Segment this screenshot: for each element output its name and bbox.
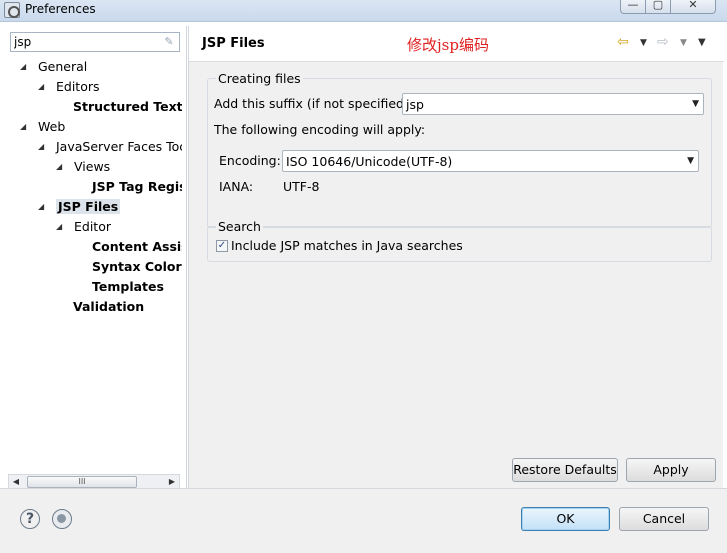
maximize-icon: ▢ <box>652 0 664 11</box>
tree-item-label: Syntax Colori <box>92 259 182 274</box>
tree-item-label: Web <box>38 119 66 134</box>
close-icon: ✕ <box>688 0 698 11</box>
scroll-left-icon[interactable]: ◀ <box>9 475 23 489</box>
tree-item-jsp-tag-registry[interactable]: JSP Tag Regis <box>92 178 182 196</box>
tree-item-label: Templates <box>92 279 164 294</box>
chevron-down-icon[interactable]: ▼ <box>692 99 699 109</box>
search-legend: Search <box>216 219 263 234</box>
tree-item-jsp-files[interactable]: ◢ JSP Files <box>38 198 121 216</box>
expand-triangle-icon[interactable]: ◢ <box>38 138 48 156</box>
tree-item-label: Validation <box>73 299 145 314</box>
encoding-combo[interactable]: ISO 10646/Unicode(UTF-8) ▼ <box>282 150 699 172</box>
tree-item-label: General <box>38 59 88 74</box>
preferences-app-icon <box>4 2 20 18</box>
encoding-label: Encoding: <box>219 153 281 168</box>
preferences-dialog: ✎ ◢ General ◢ Editors Structured Text E ◢ W… <box>0 22 727 553</box>
view-menu-icon[interactable]: ▼ <box>698 37 706 48</box>
include-jsp-matches-checkbox[interactable]: ✓ <box>216 240 228 252</box>
back-arrow-icon[interactable]: ⇦ <box>617 34 629 50</box>
record-macro-icon[interactable] <box>52 509 72 529</box>
tree-item-validation[interactable]: Validation <box>73 298 144 316</box>
tree-item-templates[interactable]: Templates <box>92 278 164 296</box>
tree-item-content-assist[interactable]: Content Assis <box>92 238 182 256</box>
chevron-down-icon[interactable]: ▼ <box>687 156 694 166</box>
tree-item-label: Editor <box>74 219 111 234</box>
tree-item-label: Structured Text E <box>73 99 182 114</box>
iana-label: IANA: <box>219 179 254 194</box>
clear-filter-icon[interactable]: ✎ <box>162 35 176 49</box>
tree-item-structured-text-editors[interactable]: Structured Text E <box>73 98 182 116</box>
scroll-right-icon[interactable]: ▶ <box>165 475 179 489</box>
encoding-value: ISO 10646/Unicode(UTF-8) <box>286 154 453 169</box>
tree-item-editors[interactable]: ◢ Editors <box>38 78 100 96</box>
title-bar: Preferences — ▢ ✕ <box>0 0 727 22</box>
tree-item-general[interactable]: ◢ General <box>20 58 87 76</box>
cancel-button[interactable]: Cancel <box>619 507 709 531</box>
tree-item-web[interactable]: ◢ Web <box>20 118 65 136</box>
expand-triangle-icon[interactable]: ◢ <box>20 58 30 76</box>
expand-triangle-icon[interactable]: ◢ <box>38 198 48 216</box>
tree-item-label: JavaServer Faces Toc <box>56 139 182 154</box>
expand-triangle-icon[interactable]: ◢ <box>20 118 30 136</box>
filter-input[interactable] <box>11 33 151 51</box>
include-jsp-matches-label[interactable]: Include JSP matches in Java searches <box>231 238 463 253</box>
apply-button[interactable]: Apply <box>626 458 716 482</box>
annotation-text: 修改jsp编码 <box>407 36 489 54</box>
expand-triangle-icon[interactable]: ◢ <box>56 158 66 176</box>
forward-dropdown-icon[interactable]: ▼ <box>680 38 687 48</box>
creating-files-legend: Creating files <box>216 71 303 86</box>
page-title: JSP Files <box>202 36 265 51</box>
encoding-note: The following encoding will apply: <box>214 122 426 137</box>
expand-triangle-icon[interactable]: ◢ <box>56 218 66 236</box>
page-header: JSP Files 修改jsp编码 ⇦ ▼ ⇨ ▼ ▼ <box>189 26 724 62</box>
tree-item-views[interactable]: ◢ Views <box>56 158 110 176</box>
preference-page: JSP Files 修改jsp编码 ⇦ ▼ ⇨ ▼ ▼ Creating fil… <box>188 26 724 510</box>
tree-item-label: Content Assis <box>92 239 182 254</box>
preferences-tree: ◢ General ◢ Editors Structured Text E ◢ Web… <box>4 56 182 476</box>
window-title: Preferences <box>25 2 96 16</box>
restore-defaults-button[interactable]: Restore Defaults <box>512 458 618 482</box>
back-dropdown-icon[interactable]: ▼ <box>640 38 647 48</box>
suffix-combo[interactable]: jsp ▼ <box>402 93 704 115</box>
suffix-value: jsp <box>406 97 424 112</box>
tree-item-label: JSP Files <box>56 199 121 214</box>
help-icon[interactable]: ? <box>20 509 40 529</box>
forward-arrow-icon[interactable]: ⇨ <box>657 34 669 50</box>
scrollbar-thumb[interactable]: III <box>27 476 137 488</box>
iana-value: UTF-8 <box>283 179 320 194</box>
minimize-button[interactable]: — <box>620 0 646 14</box>
filter-field[interactable]: ✎ <box>10 32 180 52</box>
suffix-label: Add this suffix (if not specified): <box>214 96 414 111</box>
tree-item-label: JSP Tag Regis <box>92 179 182 194</box>
tree-item-label: Views <box>74 159 111 174</box>
tree-item-javaserver-faces-tools[interactable]: ◢ JavaServer Faces Toc <box>38 138 182 156</box>
maximize-button[interactable]: ▢ <box>645 0 671 14</box>
tree-item-label: Editors <box>56 79 100 94</box>
tree-item-editor[interactable]: ◢ Editor <box>56 218 111 236</box>
dialog-button-bar: ? OK Cancel <box>0 488 727 553</box>
ok-button[interactable]: OK <box>521 507 610 531</box>
close-button[interactable]: ✕ <box>670 0 716 14</box>
tree-item-syntax-coloring[interactable]: Syntax Colori <box>92 258 182 276</box>
preferences-sidebar: ✎ ◢ General ◢ Editors Structured Text E ◢ W… <box>4 26 187 510</box>
minimize-icon: — <box>627 0 639 11</box>
expand-triangle-icon[interactable]: ◢ <box>38 78 48 96</box>
